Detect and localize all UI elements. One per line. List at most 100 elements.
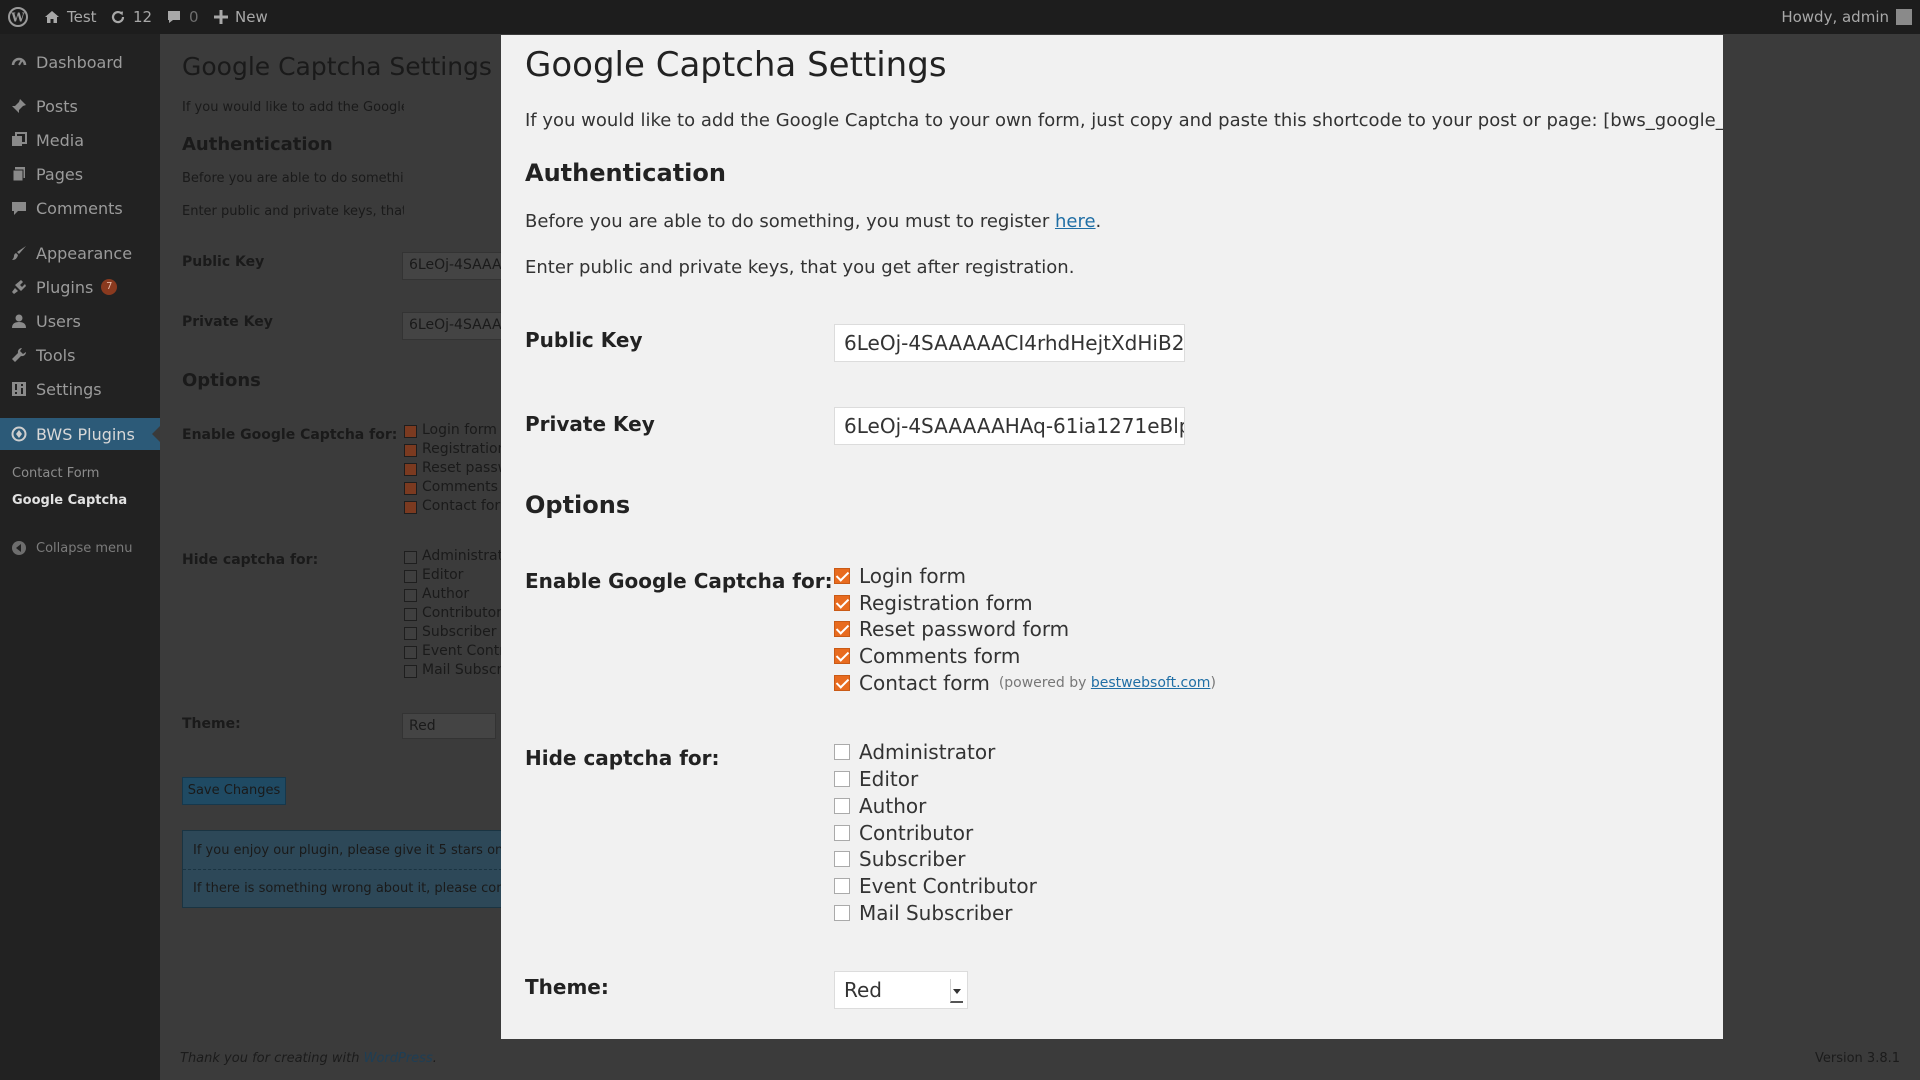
enable-login-form[interactable]: Login form <box>834 564 966 588</box>
bws-icon <box>10 425 28 443</box>
enable-registration-form[interactable]: Registration form <box>834 591 1033 615</box>
checkbox-unchecked[interactable] <box>834 851 850 867</box>
bg-auth-line2: Enter public and private keys, that you … <box>182 204 404 219</box>
checkbox-checked[interactable] <box>834 648 850 664</box>
settings-icon <box>10 380 28 398</box>
admin-bar: W Test 12 0 New Howdy, admin <box>0 0 1920 34</box>
bg-checkbox <box>404 589 417 602</box>
updates-count: 12 <box>133 8 153 26</box>
updates-link[interactable]: 12 <box>110 0 152 34</box>
bg-options-heading: Options <box>182 370 261 391</box>
howdy-text: Howdy, admin <box>1781 8 1889 26</box>
plugins-update-badge: 7 <box>101 279 118 295</box>
new-content-link[interactable]: New <box>214 0 268 34</box>
bg-notice-line2: If there is something wrong about it, pl… <box>193 881 530 896</box>
bg-checkbox <box>404 501 417 514</box>
hide-for-mail-subscriber[interactable]: Mail Subscriber <box>834 901 1012 925</box>
private-key-label: Private Key <box>525 412 655 436</box>
enable-comments-form[interactable]: Comments form <box>834 644 1020 668</box>
checkbox-checked[interactable] <box>834 621 850 637</box>
user-icon <box>10 312 28 330</box>
bg-private-key-input: 6LeOj-4SAAAA <box>402 312 502 340</box>
bg-auth-line1: Before you are able to do something, you… <box>182 171 404 186</box>
sidebar-item-settings[interactable]: Settings <box>0 373 160 405</box>
sidebar-item-media[interactable]: Media <box>0 124 160 156</box>
bg-checkbox <box>404 665 417 678</box>
bg-checkbox <box>404 570 417 583</box>
account-menu[interactable]: Howdy, admin <box>1781 0 1912 34</box>
submenu-google-captcha[interactable]: Google Captcha <box>12 493 127 508</box>
register-here-link[interactable]: here <box>1055 211 1096 232</box>
admin-sidebar: Dashboard Posts Media Pages Comments App… <box>0 34 160 1080</box>
home-icon <box>44 9 60 25</box>
authentication-heading: Authentication <box>525 159 726 187</box>
sidebar-item-posts[interactable]: Posts <box>0 90 160 122</box>
bg-private-key-label: Private Key <box>182 314 273 330</box>
brush-icon <box>10 244 28 262</box>
hide-for-author[interactable]: Author <box>834 794 926 818</box>
comments-link[interactable]: 0 <box>166 0 199 34</box>
chevron-down-icon[interactable] <box>950 979 963 1003</box>
keys-instruction: Enter public and private keys, that you … <box>525 257 1075 278</box>
bg-checkbox <box>404 551 417 564</box>
pin-icon <box>10 97 28 115</box>
new-label: New <box>235 8 268 26</box>
bg-save-button: Save Changes <box>182 777 286 805</box>
sidebar-item-plugins[interactable]: Plugins 7 <box>0 271 160 303</box>
hide-for-contributor[interactable]: Contributor <box>834 821 973 845</box>
checkbox-unchecked[interactable] <box>834 878 850 894</box>
site-name-link[interactable]: Test <box>44 0 97 34</box>
pages-icon <box>10 165 28 183</box>
hide-for-event-contributor[interactable]: Event Contributor <box>834 874 1037 898</box>
sidebar-item-bws-plugins[interactable]: BWS Plugins <box>0 418 160 450</box>
register-line: Before you are able to do something, you… <box>525 211 1102 232</box>
plug-icon <box>10 278 28 296</box>
bestwebsoft-link[interactable]: bestwebsoft.com <box>1091 675 1211 691</box>
hide-for-editor[interactable]: Editor <box>834 767 918 791</box>
checkbox-unchecked[interactable] <box>834 771 850 787</box>
sidebar-item-appearance[interactable]: Appearance <box>0 237 160 269</box>
sidebar-item-tools[interactable]: Tools <box>0 339 160 371</box>
theme-select[interactable]: Red <box>834 971 968 1009</box>
bg-hide-label: Hide captcha for: <box>182 552 319 568</box>
public-key-label: Public Key <box>525 328 643 352</box>
enable-captcha-label: Enable Google Captcha for: <box>525 569 833 593</box>
bg-notice-box: If you enjoy our plugin, please give it … <box>182 830 541 908</box>
site-name: Test <box>67 8 97 26</box>
hide-for-subscriber[interactable]: Subscriber <box>834 847 965 871</box>
private-key-input[interactable]: 6LeOj-4SAAAAAHAq-61ia1271eBlp7( <box>834 407 1185 445</box>
bg-checkbox <box>404 463 417 476</box>
sidebar-item-comments[interactable]: Comments <box>0 192 160 224</box>
powered-by-note: (powered by bestwebsoft.com) <box>998 675 1216 691</box>
comment-icon <box>10 199 28 217</box>
wordpress-link[interactable]: WordPress <box>364 1051 433 1066</box>
bg-theme-select: Red <box>402 713 496 739</box>
comment-icon <box>166 9 182 25</box>
checkbox-checked[interactable] <box>834 568 850 584</box>
theme-select-value: Red <box>844 978 882 1002</box>
hide-for-administrator[interactable]: Administrator <box>834 740 995 764</box>
enable-contact-form[interactable]: Contact form (powered by bestwebsoft.com… <box>834 671 1216 695</box>
bg-public-key-label: Public Key <box>182 254 265 270</box>
checkbox-unchecked[interactable] <box>834 905 850 921</box>
bg-notice-line1: If you enjoy our plugin, please give it … <box>193 843 541 858</box>
bg-checkbox <box>404 627 417 640</box>
plus-icon <box>214 10 228 24</box>
hide-captcha-label: Hide captcha for: <box>525 746 720 770</box>
public-key-input[interactable]: 6LeOj-4SAAAAACI4rhdHejtXdHiB29e <box>834 324 1185 362</box>
submenu-contact-form[interactable]: Contact Form <box>12 466 99 481</box>
enable-reset-password-form[interactable]: Reset password form <box>834 617 1069 641</box>
sidebar-item-users[interactable]: Users <box>0 305 160 337</box>
checkbox-unchecked[interactable] <box>834 825 850 841</box>
media-icon <box>10 131 28 149</box>
checkbox-unchecked[interactable] <box>834 798 850 814</box>
collapse-menu[interactable]: Collapse menu <box>0 532 160 564</box>
sidebar-item-dashboard[interactable]: Dashboard <box>0 46 160 78</box>
checkbox-checked[interactable] <box>834 675 850 691</box>
checkbox-checked[interactable] <box>834 595 850 611</box>
wordpress-logo-icon[interactable]: W <box>8 0 28 34</box>
bg-checkbox <box>404 646 417 659</box>
checkbox-unchecked[interactable] <box>834 744 850 760</box>
sidebar-item-pages[interactable]: Pages <box>0 158 160 190</box>
dashboard-icon <box>10 53 28 71</box>
